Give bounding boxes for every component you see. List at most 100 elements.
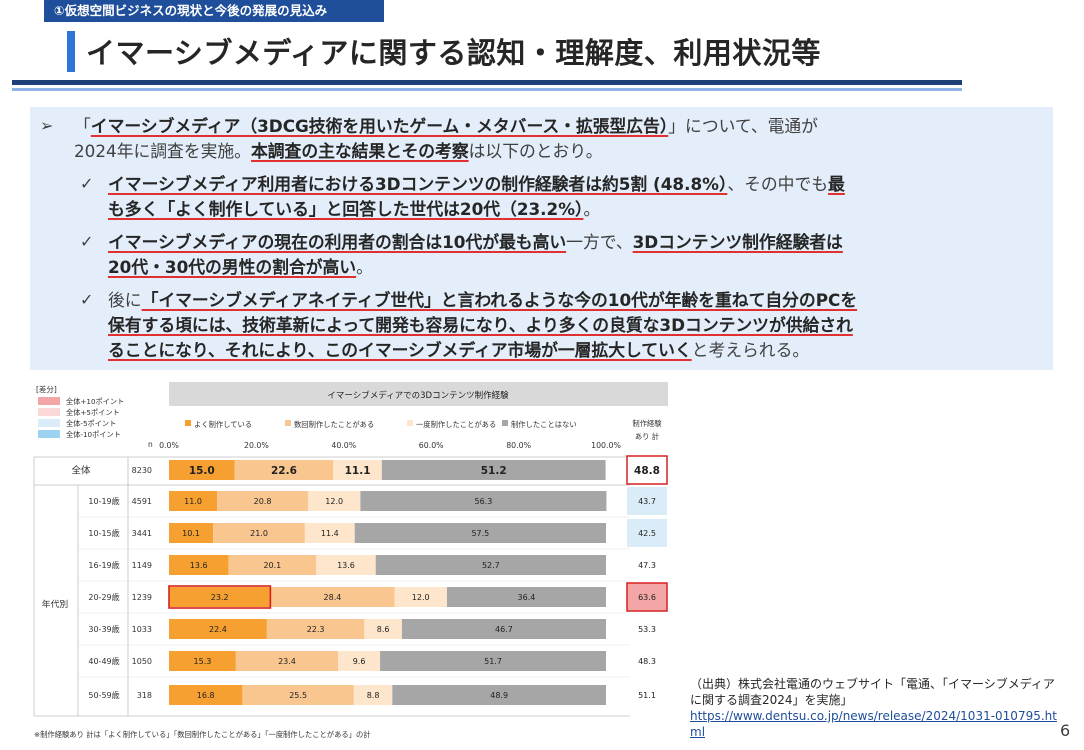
bar-value-label: 11.0 <box>184 497 202 506</box>
section-tag: ①仮想空間ビジネスの現状と今後の発展の見込み <box>44 0 384 22</box>
row-n: 1149 <box>132 561 152 570</box>
total-value: 53.3 <box>638 625 656 634</box>
row-n: 4591 <box>132 497 152 506</box>
series-legend-swatch <box>285 420 291 426</box>
bar-value-label: 52.7 <box>482 561 500 570</box>
series-legend-swatch <box>407 420 413 426</box>
row-label: 全体 <box>71 465 91 477</box>
point1-line-2: も多く「よく制作している」と回答した世代は20代（23.2%）。 <box>108 199 601 219</box>
diff-legend-label: 全体+5ポイント <box>66 408 120 417</box>
chart-footnote: ※制作経験あり 計は「よく制作している」「数回制作したことがある」「一度制作した… <box>34 730 371 739</box>
check-icon: ✓ <box>80 174 94 193</box>
title-accent-bar <box>67 31 75 72</box>
total-value: 48.3 <box>638 657 656 666</box>
series-legend-swatch <box>502 420 508 426</box>
series-legend-label: 一度制作したことがある <box>416 420 496 429</box>
bar-value-label: 28.4 <box>324 593 342 602</box>
x-tick-label: 100.0% <box>591 441 621 450</box>
diff-legend-swatch <box>38 397 60 405</box>
total-header-line-2: あり 計 <box>635 432 659 441</box>
row-n: 8230 <box>132 466 152 475</box>
total-value: 48.8 <box>634 465 660 477</box>
bar-value-label: 22.3 <box>307 625 325 634</box>
check-icon: ✓ <box>80 290 94 309</box>
total-value: 63.6 <box>638 593 656 602</box>
bar-value-label: 25.5 <box>289 691 307 700</box>
title-rule <box>12 80 962 85</box>
check-icon: ✓ <box>80 232 94 251</box>
row-n: 318 <box>137 691 152 700</box>
page-number: 6 <box>1060 721 1071 740</box>
total-value: 51.1 <box>638 691 656 700</box>
group-label: 年代別 <box>42 598 69 610</box>
diff-legend-swatch <box>38 408 60 416</box>
diff-legend-swatch <box>38 430 60 438</box>
bar-value-label: 20.1 <box>263 561 281 570</box>
row-n: 3441 <box>132 529 152 538</box>
total-value: 43.7 <box>638 497 656 506</box>
point2-line-2: 20代・30代の男性の割合が高い。 <box>108 257 373 277</box>
bar-value-label: 36.4 <box>518 593 536 602</box>
bar-value-label: 15.3 <box>194 657 212 666</box>
bar-value-label: 20.8 <box>254 497 272 506</box>
point2-line-1: イマーシブメディアの現在の利用者の割合は10代が最も高い一方で、3Dコンテンツ制… <box>108 232 843 252</box>
row-label: 10-15歳 <box>88 528 119 538</box>
bar-value-label: 12.0 <box>325 497 343 506</box>
chart-canvas: [差分] 全体+10ポイント全体+5ポイント全体-5ポイント全体-10ポイント イマ… <box>33 382 668 739</box>
page-title: イマーシブメディアに関する認知・理解度、利用状況等 <box>86 36 821 70</box>
row-n: 1239 <box>132 593 152 602</box>
title-rule-light <box>12 88 962 91</box>
total-value: 42.5 <box>638 529 656 538</box>
series-legend-label: 制作したことはない <box>511 420 577 429</box>
point3-line-2: 保有する頃には、技術革新によって開発も容易になり、より多くの良質な3Dコンテンツ… <box>108 315 853 335</box>
bar-value-label: 10.1 <box>182 529 200 538</box>
diff-legend-label: 全体-5ポイント <box>66 419 116 428</box>
bar-value-label: 22.4 <box>209 625 227 634</box>
series-legend-label: よく制作している <box>194 420 252 429</box>
bar-value-label: 56.3 <box>475 497 493 506</box>
production-experience-chart: [差分] 全体+10ポイント 全体+5ポイント 全体-5ポイント 全体-10ポイント イマ… <box>30 378 671 745</box>
row-n: 1050 <box>132 657 152 666</box>
bar-value-label: 9.6 <box>353 657 366 666</box>
chart-title: イマーシブメディアでの3Dコンテンツ制作経験 <box>327 390 509 401</box>
point1-line-1: イマーシブメディア利用者における3Dコンテンツの制作経験者は約5割 (48.8%… <box>108 174 845 194</box>
bar-value-label: 51.7 <box>484 657 502 666</box>
row-label: 50-59歳 <box>88 690 119 700</box>
bar-value-label: 16.8 <box>197 691 215 700</box>
point3-line-3: ることになり、それにより、このイマーシブメディア市場が一層拡大していくと考えられ… <box>108 340 810 360</box>
bar-value-label: 48.9 <box>490 691 508 700</box>
intro-line-2: 2024年に調査を実施。本調査の主な結果とその考察は以下のとおり。 <box>74 141 603 161</box>
diff-legend-label: 全体+10ポイント <box>66 397 124 406</box>
row-label: 16-19歳 <box>88 560 119 570</box>
bar-value-label: 12.0 <box>412 593 430 602</box>
diff-legend-label: 全体-10ポイント <box>66 430 121 439</box>
x-tick-label: 20.0% <box>244 441 269 450</box>
diff-legend-title: [差分] <box>36 384 57 394</box>
total-value: 47.3 <box>638 561 656 570</box>
bar-value-label: 11.4 <box>321 529 339 538</box>
diff-legend-swatch <box>38 419 60 427</box>
bar-value-label: 46.7 <box>495 625 513 634</box>
intro-topic: イマーシブメディア（3DCG技術を用いたゲーム・メタバース・拡張型広告） <box>90 116 669 136</box>
bar-value-label: 57.5 <box>471 529 489 538</box>
bar-value-label: 8.6 <box>377 625 390 634</box>
bar-value-label: 8.8 <box>367 691 380 700</box>
bar-value-label: 15.0 <box>189 465 215 477</box>
row-label: 10-19歳 <box>88 496 119 506</box>
x-tick-label: 60.0% <box>419 441 444 450</box>
row-label: 30-39歳 <box>88 624 119 634</box>
x-tick-label: 40.0% <box>331 441 356 450</box>
x-tick-label: 80.0% <box>506 441 531 450</box>
bar-value-label: 13.6 <box>337 561 355 570</box>
bar-value-label: 51.2 <box>481 465 507 477</box>
bar-value-label: 23.2 <box>211 593 229 602</box>
bar-value-label: 13.6 <box>190 561 208 570</box>
total-header-line-1: 制作経験 <box>632 419 662 428</box>
row-label: 20-29歳 <box>88 592 119 602</box>
bar-value-label: 21.0 <box>250 529 268 538</box>
bar-value-label: 22.6 <box>271 465 297 477</box>
source-link[interactable]: https://www.dentsu.co.jp/news/release/20… <box>690 708 1060 740</box>
bar-value-label: 11.1 <box>345 465 371 477</box>
series-legend-label: 数回制作したことがある <box>294 420 374 429</box>
row-label: 40-49歳 <box>88 656 119 666</box>
